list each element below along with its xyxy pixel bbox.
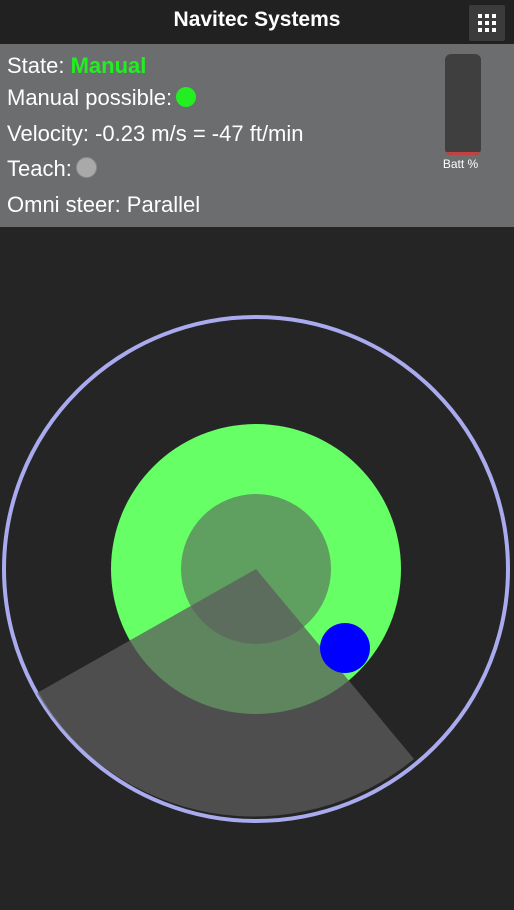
manual-possible-row: Manual possible: bbox=[7, 85, 197, 111]
velocity-readout: Velocity: -0.23 m/s = -47 ft/min bbox=[7, 121, 304, 146]
app-title: Navitec Systems bbox=[173, 8, 341, 31]
manual-possible-label: Manual possible: bbox=[7, 85, 173, 110]
battery-label: Batt % bbox=[442, 157, 479, 171]
teach-indicator bbox=[75, 157, 97, 178]
joystick-control[interactable] bbox=[0, 227, 514, 910]
manual-possible-indicator bbox=[176, 87, 197, 107]
omni-steer-readout: Omni steer: Parallel bbox=[7, 192, 201, 217]
top-bar: Navitec Systems bbox=[0, 0, 514, 44]
state-label: State: bbox=[7, 53, 65, 78]
state-value: Manual bbox=[70, 53, 147, 78]
joystick-knob[interactable] bbox=[320, 623, 370, 673]
grid-menu-icon bbox=[478, 14, 496, 32]
teach-label: Teach: bbox=[7, 156, 72, 181]
menu-button[interactable] bbox=[469, 5, 505, 41]
battery-level-fill bbox=[445, 152, 481, 155]
teach-row: Teach: bbox=[7, 156, 97, 182]
state-row: State: Manual bbox=[7, 53, 146, 79]
battery-gauge bbox=[445, 54, 481, 155]
